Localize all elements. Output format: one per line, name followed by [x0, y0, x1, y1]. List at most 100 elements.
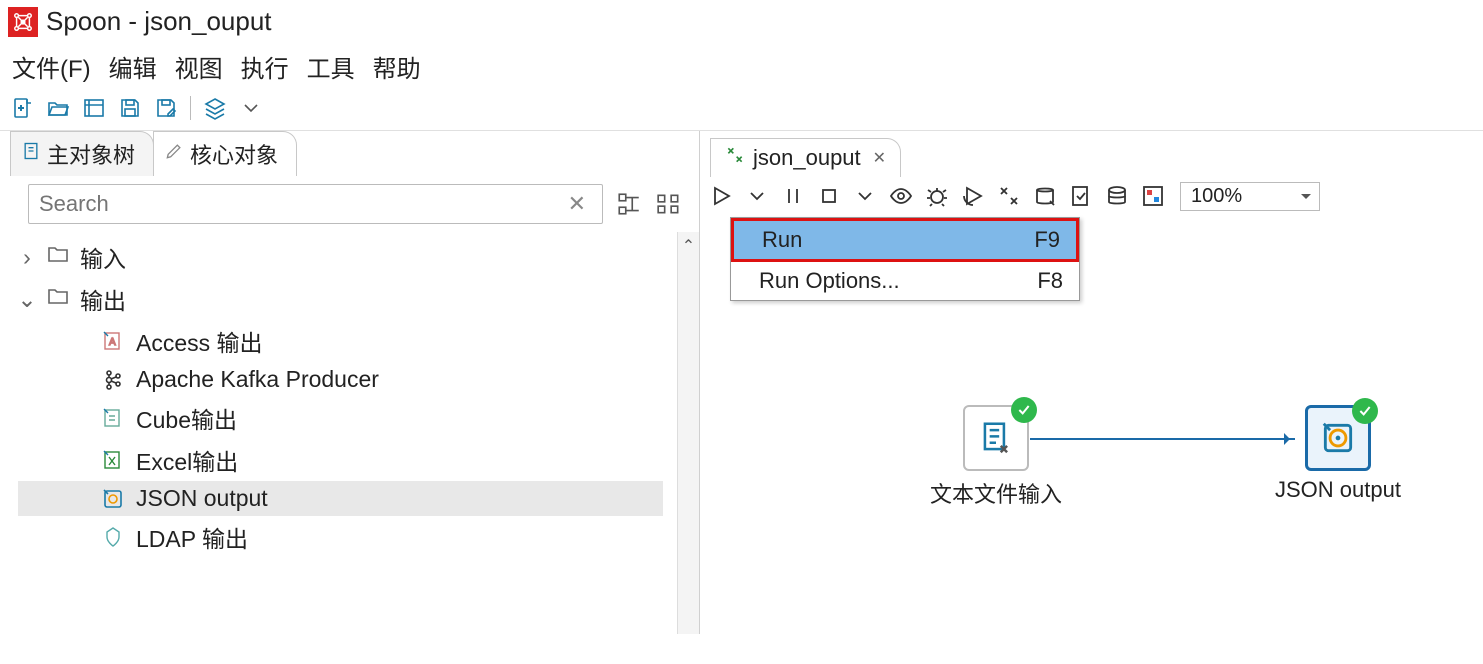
dd-label: Run — [762, 227, 802, 253]
app-icon — [8, 7, 38, 37]
hop-arrow[interactable] — [1030, 438, 1295, 440]
canvas-step-text-input[interactable]: 文本文件输入 — [930, 405, 1062, 509]
left-panel: 主对象树 核心对象 ✕ › 输入 ⌄ 输出 — [0, 131, 700, 634]
tree-label: Cube输出 — [136, 401, 237, 435]
menu-view[interactable]: 视图 — [175, 49, 223, 84]
collapse-tree-icon[interactable] — [655, 190, 683, 218]
menu-run[interactable]: 执行 — [241, 49, 289, 84]
menu-bar: 文件(F) 编辑 视图 执行 工具 帮助 — [0, 43, 1483, 90]
tab-label: 核心对象 — [190, 138, 278, 170]
canvas-step-json-output[interactable]: JSON output — [1275, 405, 1401, 503]
main-toolbar — [0, 90, 1483, 130]
save-as-icon[interactable] — [152, 94, 180, 122]
step-box[interactable] — [1305, 405, 1371, 471]
tab-label: json_ouput — [753, 145, 861, 171]
tree-label: JSON output — [136, 485, 268, 512]
run-icon[interactable] — [706, 181, 736, 211]
dropdown-run[interactable]: Run F9 — [731, 218, 1079, 262]
analyze-icon[interactable] — [1138, 181, 1168, 211]
tree-label: Apache Kafka Producer — [136, 366, 379, 393]
run-dropdown-menu: Run F9 Run Options... F8 — [730, 217, 1080, 301]
tree-item-access[interactable]: A Access 输出 — [18, 320, 689, 362]
success-badge-icon — [1011, 397, 1037, 423]
run-dropdown-icon[interactable] — [742, 181, 772, 211]
chevron-right-icon[interactable]: › — [18, 244, 36, 271]
search-box[interactable]: ✕ — [28, 184, 603, 224]
tree-label: LDAP 输出 — [136, 520, 248, 554]
window-title: Spoon - json_ouput — [46, 6, 272, 37]
new-file-icon[interactable] — [8, 94, 36, 122]
canvas-tabs: json_ouput ✕ — [700, 131, 1483, 177]
stop-dropdown-icon[interactable] — [850, 181, 880, 211]
step-label: JSON output — [1275, 477, 1401, 503]
kafka-icon — [100, 367, 126, 393]
title-bar: Spoon - json_ouput — [0, 0, 1483, 43]
svg-text:A: A — [109, 337, 116, 348]
expand-tree-icon[interactable] — [615, 190, 643, 218]
pause-icon[interactable] — [778, 181, 808, 211]
tree-node-input[interactable]: › 输入 — [18, 236, 689, 278]
pencil-icon — [164, 141, 184, 167]
object-tree: › 输入 ⌄ 输出 A Access 输出 Apache Kafka Produ… — [0, 232, 699, 634]
search-row: ✕ — [0, 176, 699, 232]
menu-edit[interactable]: 编辑 — [109, 49, 157, 84]
excel-icon — [100, 447, 126, 473]
success-badge-icon — [1352, 398, 1378, 424]
tab-label: 主对象树 — [47, 138, 135, 170]
debug-icon[interactable] — [922, 181, 952, 211]
zoom-selector[interactable]: 100% — [1180, 182, 1320, 211]
open-file-icon[interactable] — [44, 94, 72, 122]
folder-icon — [46, 242, 70, 272]
folder-icon — [46, 284, 70, 314]
close-tab-icon[interactable]: ✕ — [873, 148, 886, 168]
dd-shortcut: F8 — [1037, 268, 1063, 294]
preview-icon[interactable] — [886, 181, 916, 211]
canvas-toolbar: 100% Run F9 Run Options... F8 — [700, 177, 1483, 215]
tree-scrollbar[interactable] — [677, 232, 699, 634]
cube-icon — [100, 405, 126, 431]
menu-tools[interactable]: 工具 — [307, 49, 355, 84]
clear-search-icon[interactable]: ✕ — [562, 191, 592, 217]
step-label: 文本文件输入 — [930, 477, 1062, 509]
tree-item-excel[interactable]: Excel输出 — [18, 439, 689, 481]
dd-label: Run Options... — [759, 268, 900, 294]
dd-shortcut: F9 — [1034, 227, 1060, 253]
tab-main-tree[interactable]: 主对象树 — [10, 131, 154, 176]
impact-icon[interactable] — [994, 181, 1024, 211]
menu-file[interactable]: 文件(F) — [12, 49, 91, 84]
main-area: 主对象树 核心对象 ✕ › 输入 ⌄ 输出 — [0, 130, 1483, 634]
stop-icon[interactable] — [814, 181, 844, 211]
tab-core-objects[interactable]: 核心对象 — [153, 131, 297, 176]
tree-item-kafka[interactable]: Apache Kafka Producer — [18, 362, 689, 397]
tree-node-output[interactable]: ⌄ 输出 — [18, 278, 689, 320]
dropdown-run-options[interactable]: Run Options... F8 — [731, 262, 1079, 300]
ldap-icon — [100, 524, 126, 550]
verify-icon[interactable] — [1066, 181, 1096, 211]
search-input[interactable] — [39, 191, 562, 217]
tree-label: 输出 — [80, 282, 126, 316]
step-box[interactable] — [963, 405, 1029, 471]
chevron-down-icon[interactable]: ⌄ — [18, 286, 36, 313]
layers-icon[interactable] — [201, 94, 229, 122]
tree-item-json[interactable]: JSON output — [18, 481, 663, 516]
menu-help[interactable]: 帮助 — [373, 49, 421, 84]
transformation-icon — [725, 145, 745, 171]
tree-label: Access 输出 — [136, 324, 263, 358]
tree-label: 输入 — [80, 240, 126, 274]
database-icon[interactable] — [1102, 181, 1132, 211]
document-icon — [21, 141, 41, 167]
replay-icon[interactable] — [958, 181, 988, 211]
left-tabs: 主对象树 核心对象 — [0, 131, 699, 176]
zoom-value: 100% — [1191, 185, 1242, 208]
explore-icon[interactable] — [80, 94, 108, 122]
right-panel: json_ouput ✕ 100% Run F9 — [700, 131, 1483, 634]
dropdown-arrow-icon[interactable] — [237, 94, 265, 122]
sql-icon[interactable] — [1030, 181, 1060, 211]
access-icon: A — [100, 328, 126, 354]
tree-label: Excel输出 — [136, 443, 238, 477]
canvas-tab[interactable]: json_ouput ✕ — [710, 138, 901, 177]
tree-item-cube[interactable]: Cube输出 — [18, 397, 689, 439]
json-icon — [100, 486, 126, 512]
save-icon[interactable] — [116, 94, 144, 122]
tree-item-ldap[interactable]: LDAP 输出 — [18, 516, 689, 558]
